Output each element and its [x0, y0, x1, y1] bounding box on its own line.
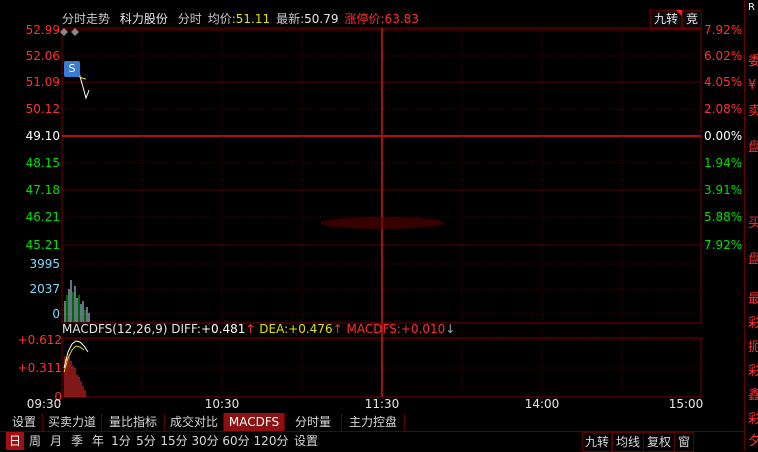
indicator-tab[interactable]: MACDFS	[224, 413, 285, 431]
period-button[interactable]: 1分	[109, 432, 133, 450]
percent-axis-label: 0.00%	[704, 129, 742, 143]
diamond-marker-icon	[71, 28, 79, 36]
period-button[interactable]: 周	[25, 432, 45, 450]
signal-badge[interactable]: S	[64, 61, 80, 77]
indicator-tab[interactable]: 量比指标	[102, 413, 165, 431]
indicator-tab[interactable]: 主力控盘	[342, 413, 405, 431]
percent-axis-label: 4.05%	[704, 75, 742, 89]
percent-axis-label: 6.02%	[704, 49, 742, 63]
macd-axis-label: +0.311	[18, 361, 62, 375]
macd-dea-value: +0.476	[288, 322, 333, 336]
indicator-tab[interactable]: 分时量	[285, 413, 342, 431]
price-axis-label: 46.21	[26, 210, 60, 224]
period-button[interactable]: 设置	[291, 432, 321, 450]
period-button[interactable]: 季	[67, 432, 87, 450]
price-axis-label: 45.21	[26, 238, 60, 252]
percent-axis-label: 7.92%	[704, 23, 742, 37]
right-panel-text: 最	[748, 292, 758, 307]
time-axis-label: 14:00	[525, 397, 560, 411]
period-button[interactable]: 日	[6, 432, 24, 450]
macd-title: MACDFS(12,26,9)	[62, 322, 168, 336]
indicator-tab[interactable]: 成交对比	[165, 413, 224, 431]
macd-axis-label: +0.612	[18, 333, 62, 347]
time-axis-label: 15:00	[669, 397, 704, 411]
right-panel-text: 买	[748, 216, 758, 231]
watermark	[320, 217, 444, 229]
macd-dea-label: DEA:	[259, 322, 289, 336]
price-axis-label: 52.99	[26, 23, 60, 37]
time-axis-label: 11:30	[365, 397, 400, 411]
period-button[interactable]: 5分	[134, 432, 158, 450]
macd-diff-value: +0.481	[200, 322, 246, 336]
chart-option-button[interactable]: 复权	[643, 432, 675, 452]
right-panel-text: 彩	[748, 364, 758, 379]
percent-axis-label: 7.92%	[704, 238, 742, 252]
period-button[interactable]: 15分	[159, 432, 189, 450]
macd-diff-label: DIFF:	[171, 322, 201, 336]
right-panel-text: 彩	[748, 412, 758, 427]
right-panel-text: R	[748, 2, 755, 13]
time-axis-label: 10:30	[205, 397, 240, 411]
period-button[interactable]: 月	[46, 432, 66, 450]
right-panel-text: 卖	[748, 104, 758, 119]
macd-header: MACDFS(12,26,9) DIFF:+0.481↑ DEA:+0.476↑…	[62, 322, 456, 336]
macd-macdfs-value: +0.010	[400, 322, 446, 336]
price-axis-label: 51.09	[26, 75, 60, 89]
chart-option-button[interactable]: 窗	[674, 432, 694, 452]
macd-macdfs-label: MACDFS:	[346, 322, 401, 336]
right-panel-text: 盘	[748, 252, 758, 267]
volume-axis-label: 0	[52, 307, 60, 321]
indicator-tab[interactable]: 买卖力道	[43, 413, 102, 431]
right-panel-text: 扼	[748, 340, 758, 355]
right-panel-text: 鑫	[748, 388, 758, 403]
volume-axis-label: 2037	[29, 282, 60, 296]
percent-axis-label: 1.94%	[704, 156, 742, 170]
right-panel-text: 盘	[748, 140, 758, 155]
volume-axis-label: 3995	[29, 257, 60, 271]
right-panel-text: 委	[748, 54, 758, 69]
price-axis-label: 50.12	[26, 102, 60, 116]
period-button[interactable]: 120分	[252, 432, 290, 450]
price-axis-label: 52.06	[26, 49, 60, 63]
percent-axis-label: 2.08%	[704, 102, 742, 116]
intraday-chart[interactable]: 52.99 52.06 51.09 50.12 49.10 48.15 47.18 46.21…	[0, 0, 744, 451]
right-panel-text: ¥	[748, 78, 757, 93]
percent-axis-label: 5.88%	[704, 210, 742, 224]
price-axis-label: 49.10	[26, 129, 60, 143]
price-axis-label: 47.18	[26, 183, 60, 197]
chart-option-button[interactable]: 九转	[582, 432, 612, 452]
period-button[interactable]: 30分	[190, 432, 220, 450]
right-panel-text: 夕	[748, 434, 758, 449]
diamond-marker-icon	[60, 28, 68, 36]
chart-option-button[interactable]: 均线	[612, 432, 644, 452]
indicator-tab[interactable]: 设置	[6, 413, 43, 431]
time-axis-label: 09:30	[27, 397, 62, 411]
macd-diff-line	[63, 340, 89, 369]
price-axis-label: 48.15	[26, 156, 60, 170]
period-button[interactable]: 年	[88, 432, 108, 450]
right-panel-text: 彩	[748, 316, 758, 331]
percent-axis-label: 3.91%	[704, 183, 742, 197]
period-button[interactable]: 60分	[221, 432, 251, 450]
